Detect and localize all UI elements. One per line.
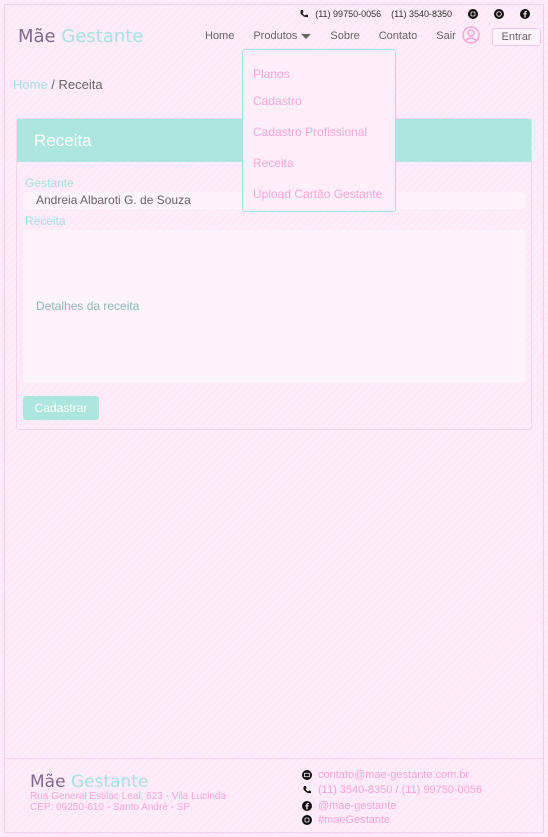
main-nav: Home Produtos Sobre Contato Sair (205, 30, 475, 42)
footer-instagram-text: #maeGestante (318, 814, 391, 826)
footer-phones[interactable]: (11) 3540-8350 / (11) 99750-0056 (302, 784, 482, 796)
phone-number-1[interactable]: (11) 99750-0056 (315, 9, 381, 19)
entrar-button[interactable]: Entrar (492, 28, 541, 46)
dropdown-item-cadastro-profissional[interactable]: Cadastro Profissional (253, 125, 367, 139)
gestante-value: Andreia Albaroti G. de Souza (36, 193, 191, 207)
brand-part-1: Mãe (18, 26, 56, 47)
nav-sobre[interactable]: Sobre (330, 30, 359, 42)
nav-produtos[interactable]: Produtos (253, 30, 312, 42)
breadcrumb-current: / Receita (47, 77, 103, 92)
email-icon (302, 770, 312, 780)
cadastrar-button[interactable]: Cadastrar (23, 396, 99, 420)
dropdown-item-upload-cartao[interactable]: Upload Cartão Gestante (253, 187, 382, 201)
nav-sair[interactable]: Sair (436, 30, 456, 42)
dropdown-item-receita[interactable]: Receita (253, 156, 294, 170)
phone-number-2[interactable]: (11) 3540-8350 (391, 9, 452, 19)
instagram-icon (302, 815, 312, 825)
receita-label: Receita (25, 214, 66, 228)
chevron-down-icon (301, 33, 312, 39)
footer-brand-logo: Mãe Gestante (30, 772, 148, 792)
nav-contato[interactable]: Contato (379, 30, 418, 42)
footer-phones-text: (11) 3540-8350 / (11) 99750-0056 (318, 784, 483, 796)
nav-home[interactable]: Home (205, 30, 234, 42)
footer-facebook[interactable]: @mae-gestante (302, 800, 396, 812)
footer-email-text: contato@mae-gestante.com.br (318, 769, 470, 781)
dropdown-item-planos[interactable]: Planos (253, 67, 290, 81)
facebook-icon[interactable] (520, 9, 530, 19)
footer-brand-part-1: Mãe (30, 772, 66, 792)
brand-part-2: Gestante (61, 26, 144, 47)
top-contact-bar: (11) 99750-0056 (11) 3540-8350 (299, 9, 530, 19)
brand-logo[interactable]: Mãe Gestante (18, 26, 143, 47)
produtos-dropdown-menu: Planos Cadastro Cadastro Profissional Re… (242, 49, 396, 212)
gestante-label: Gestante (25, 176, 74, 190)
phone-icon (303, 786, 311, 794)
whatsapp-icon[interactable] (494, 9, 504, 19)
phone-icon (300, 10, 309, 18)
footer-address-line-2: CEP: 09250-610 - Santo André - SP (30, 802, 191, 813)
footer-email[interactable]: contato@mae-gestante.com.br (302, 769, 469, 781)
nav-produtos-label: Produtos (253, 30, 298, 42)
instagram-icon[interactable] (468, 9, 478, 19)
footer-brand-part-2: Gestante (70, 772, 149, 792)
dropdown-item-cadastro[interactable]: Cadastro (253, 94, 302, 108)
user-icon[interactable] (462, 26, 480, 44)
footer-address-line-1: Rua General Estilac Leal, 623 - Vila Luc… (30, 791, 227, 802)
footer-instagram[interactable]: #maeGestante (302, 814, 390, 826)
footer-facebook-text: @mae-gestante (318, 800, 397, 812)
breadcrumb-home[interactable]: Home (13, 77, 48, 92)
facebook-icon (302, 801, 312, 811)
card-title: Receita (34, 131, 92, 150)
receita-textarea[interactable]: Detalhes da receita (23, 230, 525, 383)
breadcrumb: Home / Receita (13, 77, 103, 92)
receita-placeholder: Detalhes da receita (36, 299, 140, 313)
